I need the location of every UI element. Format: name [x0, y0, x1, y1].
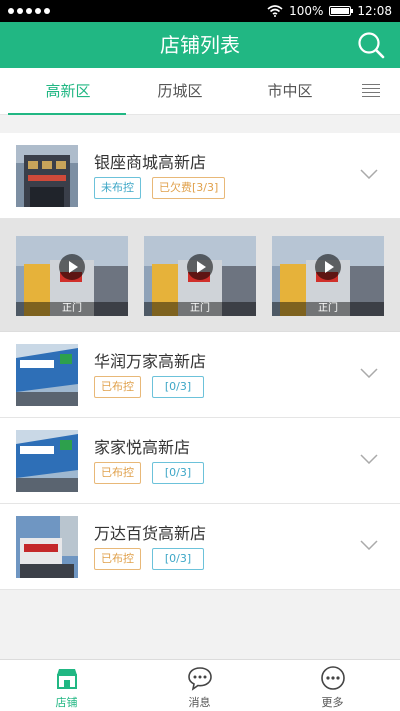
store-thumbnail — [16, 145, 78, 207]
chevron-down-icon[interactable] — [360, 368, 378, 378]
store-name: 银座商城高新店 — [94, 153, 207, 172]
battery-icon — [329, 6, 354, 16]
list-item[interactable]: 万达百货高新店 已布控 [0/3] — [0, 504, 400, 590]
list-item[interactable]: 银座商城高新店 未布控 已欠费[3/3] — [0, 133, 400, 219]
store-thumbnail — [16, 344, 78, 406]
count-badge: [0/3] — [152, 462, 204, 484]
district-tabs: 高新区 历城区 市中区 — [0, 68, 400, 115]
play-icon[interactable] — [187, 254, 213, 280]
fee-badge: 已欠费[3/3] — [152, 177, 226, 199]
status-badge: 已布控 — [94, 376, 141, 398]
store-thumbnail — [16, 516, 78, 578]
tab-shizhong[interactable]: 市中区 — [230, 68, 350, 115]
bottom-nav: 店铺 消息 更多 — [0, 659, 400, 711]
nav-item-more[interactable]: 更多 — [266, 660, 399, 711]
count-badge: [0/3] — [152, 376, 204, 398]
list-item[interactable]: 华润万家高新店 已布控 [0/3] — [0, 332, 400, 418]
store-name: 万达百货高新店 — [94, 524, 207, 543]
chevron-down-icon[interactable] — [360, 540, 378, 550]
camera-preview[interactable]: 正门 — [144, 236, 256, 316]
nav-label: 消息 — [188, 696, 211, 709]
tab-licheng[interactable]: 历城区 — [120, 68, 240, 115]
tab-gaoxin[interactable]: 高新区 — [8, 68, 128, 115]
nav-label: 店铺 — [55, 696, 78, 709]
store-list: 银座商城高新店 未布控 已欠费[3/3] 正门 正门 正门 华润万家高新店 已布… — [0, 133, 400, 590]
active-tab-indicator — [8, 113, 126, 115]
store-thumbnail — [16, 430, 78, 492]
menu-icon[interactable] — [362, 84, 380, 98]
wifi-icon — [267, 5, 283, 17]
camera-preview-strip: 正门 正门 正门 — [0, 219, 400, 332]
page-title: 店铺列表 — [160, 33, 240, 57]
camera-label: 正门 — [16, 302, 128, 316]
status-badge: 已布控 — [94, 548, 141, 570]
camera-label: 正门 — [144, 302, 256, 316]
nav-label: 更多 — [321, 696, 344, 709]
search-icon[interactable] — [356, 30, 386, 60]
status-time: 12:08 — [357, 4, 392, 18]
message-icon — [188, 667, 212, 691]
status-badge: 已布控 — [94, 462, 141, 484]
camera-preview[interactable]: 正门 — [16, 236, 128, 316]
list-item[interactable]: 家家悦高新店 已布控 [0/3] — [0, 418, 400, 504]
play-icon[interactable] — [315, 254, 341, 280]
signal-icon — [8, 0, 50, 22]
nav-item-stores[interactable]: 店铺 — [0, 660, 133, 711]
chevron-down-icon[interactable] — [360, 454, 378, 464]
store-name: 华润万家高新店 — [94, 352, 207, 371]
play-icon[interactable] — [59, 254, 85, 280]
chevron-down-icon[interactable] — [360, 169, 378, 179]
nav-item-messages[interactable]: 消息 — [133, 660, 266, 711]
status-badge: 未布控 — [94, 177, 141, 199]
store-icon — [57, 669, 77, 689]
camera-label: 正门 — [272, 302, 384, 316]
app-header: 店铺列表 — [0, 22, 400, 68]
more-icon — [321, 666, 345, 690]
camera-preview[interactable]: 正门 — [272, 236, 384, 316]
status-bar: 100% 12:08 — [0, 0, 400, 22]
battery-percent: 100% — [289, 4, 324, 18]
store-name: 家家悦高新店 — [94, 438, 191, 457]
count-badge: [0/3] — [152, 548, 204, 570]
